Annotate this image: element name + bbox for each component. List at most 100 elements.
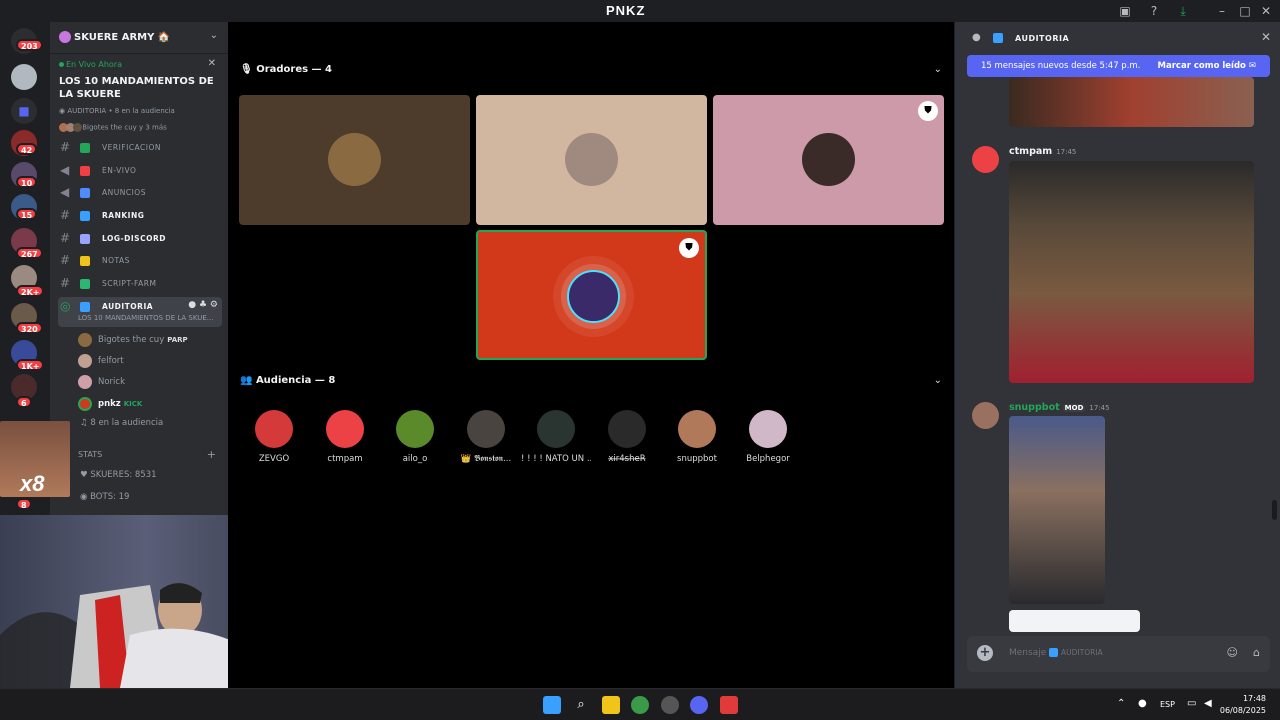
chevron-up-icon[interactable]: ⌃ (1117, 698, 1125, 709)
moderator-shield-icon: ⛊ (679, 238, 699, 258)
window-title: PNKZ (606, 3, 646, 18)
system-clock[interactable]: 17:48 06/08/2025 (1220, 693, 1266, 717)
stage-member[interactable]: pnkz KICK (78, 395, 228, 413)
chevron-down-icon[interactable]: ⌄ (934, 375, 942, 386)
avatar (78, 333, 92, 347)
channel-emoji-icon (80, 166, 90, 176)
title-bar: PNKZ ▣ ? ⤓ – □ ✕ (0, 0, 1280, 22)
chrome-icon[interactable] (631, 696, 649, 714)
audience-member[interactable]: ailo_o (380, 410, 450, 464)
server-header[interactable]: SKUERE ARMY 🏠 ⌄ (50, 22, 228, 54)
add-channel-icon[interactable]: + (207, 448, 216, 461)
server-icon[interactable] (11, 64, 37, 90)
chevron-down-icon[interactable]: ⌄ (934, 64, 942, 75)
clock-date: 06/08/2025 (1219, 706, 1266, 715)
speaker-tile[interactable]: ⛊ (713, 95, 944, 225)
speaker-tile[interactable] (476, 95, 707, 225)
scrollbar[interactable] (1272, 500, 1277, 520)
folder-icon[interactable]: ■ (11, 98, 37, 124)
audience-member[interactable]: ctmpam (310, 410, 380, 464)
close-window-icon[interactable]: ✕ (1258, 3, 1274, 19)
audience-member[interactable]: 👑 𝕭𝖔𝖓𝖘𝖙𝖔𝖓... (451, 410, 521, 464)
message-author[interactable]: ctmpam 17:45 (1009, 146, 1076, 157)
discord-icon (326, 410, 364, 448)
channel-controls: ● ♣ ⚙ (188, 300, 218, 310)
help-icon[interactable]: ? (1146, 3, 1162, 19)
channel-label: EN-VIVO (102, 166, 137, 175)
audience-name: 👑 𝕭𝖔𝖓𝖘𝖙𝖔𝖓... (460, 454, 512, 464)
minimize-icon[interactable]: – (1214, 3, 1230, 19)
app-icon[interactable] (661, 696, 679, 714)
maximize-icon[interactable]: □ (1237, 3, 1253, 19)
microphone-icon[interactable]: ● (1138, 698, 1147, 709)
add-member-icon[interactable]: ♣ (199, 300, 207, 310)
audience-member[interactable]: ZEVGO (239, 410, 309, 464)
message-image[interactable] (1009, 416, 1105, 604)
gamepad-icon[interactable]: ⌂ (1253, 646, 1260, 659)
avatar (467, 410, 505, 448)
volume-icon[interactable]: ◀ (1204, 698, 1212, 709)
new-messages-bar[interactable]: 15 mensajes nuevos desde 5:47 p.m. Marca… (967, 55, 1270, 77)
rail-badge: 15 (16, 208, 38, 220)
channel-anuncios[interactable]: ◀ ANUNCIOS (58, 183, 222, 203)
stage-member[interactable]: Norick (78, 373, 228, 391)
message-image[interactable] (1009, 77, 1254, 127)
audience-member[interactable]: Belphegor (733, 410, 803, 464)
message-composer[interactable]: + Mensaje AUDITORIA ☺ ⌂ (967, 636, 1270, 672)
close-icon[interactable]: ✕ (1261, 30, 1271, 44)
message-input[interactable]: Mensaje AUDITORIA (1009, 648, 1103, 658)
live-meta-text: AUDITORIA • 8 en la audiencia (67, 107, 175, 115)
channel-notas[interactable]: # NOTAS (58, 251, 222, 271)
add-attachment-icon[interactable]: + (977, 645, 993, 661)
audience-name: ctmpam (327, 454, 363, 464)
channel-script-farm[interactable]: # SCRIPT-FARM (58, 274, 222, 294)
speaker-tile[interactable] (239, 95, 470, 225)
stage-member[interactable]: felfort (78, 352, 228, 370)
category-stats[interactable]: STATS (78, 450, 102, 459)
mark-as-read-button[interactable]: Marcar como leído ✉ (1158, 61, 1256, 71)
channel-auditoria[interactable]: ◎ AUDITORIA ● ♣ ⚙ LOS 10 MANDAMIENTOS DE… (58, 297, 222, 327)
live-people-text: Bigotes the cuy y 3 más (82, 123, 167, 132)
chat-icon[interactable]: ● (188, 300, 196, 310)
monitor-icon[interactable]: ▭ (1187, 698, 1196, 709)
member-name-text: pnkz (98, 399, 121, 409)
media-app-icon[interactable] (720, 696, 738, 714)
rail-badge: 6 (16, 396, 32, 408)
close-icon[interactable]: ✕ (208, 58, 216, 69)
inbox-icon[interactable]: ▣ (1117, 3, 1133, 19)
audience-name: ! ! ! ! ÑATO UN ... (521, 454, 591, 464)
message-author[interactable]: snuppbot MOD 17:45 (1009, 402, 1110, 413)
message-image[interactable] (1009, 161, 1254, 383)
avatar (255, 410, 293, 448)
file-explorer-icon[interactable] (602, 696, 620, 714)
input-language[interactable]: ESP (1160, 700, 1175, 709)
emoji-icon[interactable]: ☺ (1227, 646, 1238, 659)
audience-member[interactable]: snuppbot (662, 410, 732, 464)
audience-header[interactable]: 👥 Audiencia — 8 (240, 375, 335, 386)
discord-icon[interactable] (690, 696, 708, 714)
avatar[interactable] (972, 402, 999, 429)
channel-log-discord[interactable]: # LOG-DISCORD (58, 229, 222, 249)
gear-icon[interactable]: ⚙ (210, 300, 218, 310)
channel-verificacion[interactable]: # VERIFICACION (58, 138, 222, 158)
avatar (328, 133, 381, 186)
windows-start-icon[interactable] (543, 696, 561, 714)
avatar (567, 270, 620, 323)
member-name: felfort (98, 356, 124, 366)
download-icon[interactable]: ⤓ (1175, 3, 1191, 19)
hash-icon: # (60, 276, 71, 290)
chevron-down-icon[interactable]: ⌄ (210, 30, 218, 41)
search-icon[interactable]: ⌕ (572, 696, 590, 714)
live-stage-card[interactable]: En Vivo Ahora ✕ LOS 10 MANDAMIENTOS DE L… (50, 56, 228, 138)
moderator-shield-icon: ⛊ (918, 101, 938, 121)
audience-member[interactable]: ! ! ! ! ÑATO UN ... (521, 410, 591, 464)
audience-member[interactable]: x̶i̶r̶4̶s̶h̶e̶R̶ (592, 410, 662, 464)
message-image[interactable] (1009, 610, 1140, 632)
channel-ranking[interactable]: # RANKING (58, 206, 222, 226)
avatar[interactable] (972, 146, 999, 173)
channel-en-vivo[interactable]: ◀ EN-VIVO (58, 161, 222, 181)
author-name: ctmpam (1009, 146, 1053, 157)
stage-member[interactable]: Bigotes the cuy PARP (78, 331, 228, 349)
speakers-header[interactable]: 🎙 Oradores — 4 (240, 64, 332, 75)
speaker-tile-active[interactable]: ⛊ (476, 230, 707, 360)
